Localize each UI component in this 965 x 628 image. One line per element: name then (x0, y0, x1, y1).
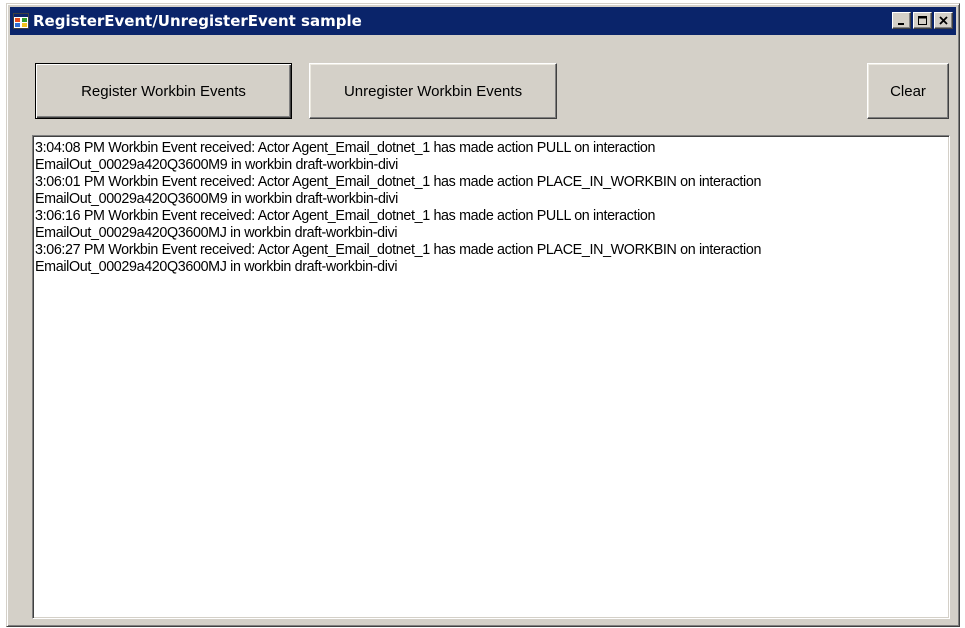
maximize-button[interactable] (913, 12, 932, 29)
window-title: RegisterEvent/UnregisterEvent sample (33, 12, 362, 30)
log-line: EmailOut_00029a420Q3600MJ in workbin dra… (35, 225, 398, 241)
caption-buttons (892, 12, 953, 29)
log-line: 3:06:16 PM Workbin Event received: Actor… (35, 208, 656, 224)
title-bar[interactable]: RegisterEvent/UnregisterEvent sample (10, 7, 956, 35)
log-line: 3:06:01 PM Workbin Event received: Actor… (35, 174, 762, 190)
log-line: EmailOut_00029a420Q3600M9 in workbin dra… (35, 191, 398, 207)
close-icon (938, 15, 948, 25)
unregister-workbin-events-button[interactable]: Unregister Workbin Events (309, 63, 557, 119)
close-button[interactable] (934, 12, 953, 29)
app-window-icon[interactable] (13, 13, 29, 29)
app-window: RegisterEvent/UnregisterEvent sample Reg… (6, 3, 960, 627)
log-line: EmailOut_00029a420Q3600M9 in workbin dra… (35, 157, 398, 173)
register-workbin-events-button[interactable]: Register Workbin Events (35, 63, 292, 119)
log-line: 3:04:08 PM Workbin Event received: Actor… (35, 140, 656, 156)
minimize-button[interactable] (892, 12, 911, 29)
maximize-icon (917, 15, 927, 25)
log-line: 3:06:27 PM Workbin Event received: Actor… (35, 242, 762, 258)
log-line: EmailOut_00029a420Q3600MJ in workbin dra… (35, 259, 398, 275)
event-log-textbox[interactable]: 3:04:08 PM Workbin Event received: Actor… (32, 135, 950, 619)
clear-button[interactable]: Clear (867, 63, 949, 119)
minimize-icon (897, 22, 904, 25)
